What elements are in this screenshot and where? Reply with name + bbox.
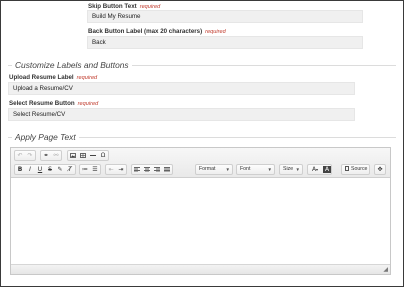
back-button-label-input[interactable]: Back [87,36,363,49]
image-icon[interactable] [68,151,78,160]
required-marker: required [77,101,99,107]
select-resume-button-input[interactable]: Select Resume/CV [8,108,355,121]
strikethrough-icon[interactable]: S [45,165,55,174]
maximize-icon[interactable]: ✥ [375,165,385,174]
chevron-down-icon: ▼ [267,167,272,172]
indent-group: ⇤ ⇥ [105,164,127,175]
size-dropdown[interactable]: Size ▼ [279,164,303,175]
source-icon [345,166,349,171]
format-dropdown-label: Format [199,166,216,172]
redo-icon[interactable]: ↷ [25,151,35,160]
underline-icon[interactable]: U [35,165,45,174]
select-resume-button-label: Select Resume Button required [9,100,98,107]
link-icon[interactable]: ⚭ [41,151,51,160]
rich-text-editor: ↶ ↷ ⚭ ⚯ Ω B I U S ✎ T̸ ≔ ☰ ⇤ ⇥ Format ▼ … [10,147,391,275]
italic-icon[interactable]: I [25,165,35,174]
undo-icon[interactable]: ↶ [15,151,25,160]
indent-icon[interactable]: ⇥ [116,165,126,174]
numbered-list-icon[interactable]: ≔ [80,165,90,174]
back-button-label-label: Back Button Label (max 20 characters) req… [88,28,226,35]
maximize-group: ✥ [374,164,386,175]
remove-format-icon[interactable]: ✎ [55,165,65,174]
editor-content-area[interactable] [11,178,390,264]
bold-icon[interactable]: B [15,165,25,174]
clear-format-icon[interactable]: T̸ [65,165,75,174]
resize-handle-icon[interactable]: ◢ [383,266,388,273]
special-char-icon[interactable]: Ω [98,151,108,160]
font-dropdown[interactable]: Font ▼ [236,164,275,175]
skip-button-text-label: Skip Button Text required [88,3,160,10]
align-left-icon[interactable] [132,165,142,174]
insert-group: Ω [67,150,109,161]
section-title-apply-page: Apply Page Text [12,132,79,142]
link-group: ⚭ ⚯ [40,150,62,161]
align-group [131,164,173,175]
skip-button-text-input[interactable]: Build My Resume [87,10,363,23]
upload-resume-label-text: Upload Resume Label [9,74,74,81]
horizontal-rule-icon[interactable] [88,151,98,160]
list-group: ≔ ☰ [79,164,101,175]
format-dropdown[interactable]: Format ▼ [195,164,233,175]
undo-redo-group: ↶ ↷ [14,150,36,161]
select-resume-button-label-text: Select Resume Button [9,100,75,107]
required-marker: required [76,75,98,81]
basic-styles-group: B I U S ✎ T̸ [14,164,76,175]
section-title-customize: Customize Labels and Buttons [12,60,132,70]
required-marker: required [205,29,226,35]
align-right-icon[interactable] [152,165,162,174]
unlink-icon[interactable]: ⚯ [51,151,61,160]
skip-button-text-label-text: Skip Button Text [88,3,137,10]
back-button-label-text: Back Button Label (max 20 characters) [88,28,203,35]
editor-toolbar: ↶ ↷ ⚭ ⚯ Ω B I U S ✎ T̸ ≔ ☰ ⇤ ⇥ Format ▼ … [11,148,390,178]
bulleted-list-icon[interactable]: ☰ [90,165,100,174]
outdent-icon[interactable]: ⇤ [106,165,116,174]
chevron-down-icon: ▼ [295,167,300,172]
table-icon[interactable] [78,151,88,160]
align-center-icon[interactable] [142,165,152,174]
upload-resume-input[interactable]: Upload a Resume/CV [8,82,355,95]
source-button[interactable]: Source [341,164,370,175]
upload-resume-label: Upload Resume Label required [9,74,97,81]
color-group: A▾ A [307,164,332,175]
chevron-down-icon: ▼ [225,167,230,172]
size-dropdown-label: Size [283,166,294,172]
background-color-icon[interactable]: A [323,166,331,173]
justify-icon[interactable] [162,165,172,174]
text-color-icon[interactable]: A▾ [308,165,322,174]
source-button-label: Source [351,166,368,172]
font-dropdown-label: Font [240,166,251,172]
editor-statusbar: ◢ [11,264,390,274]
